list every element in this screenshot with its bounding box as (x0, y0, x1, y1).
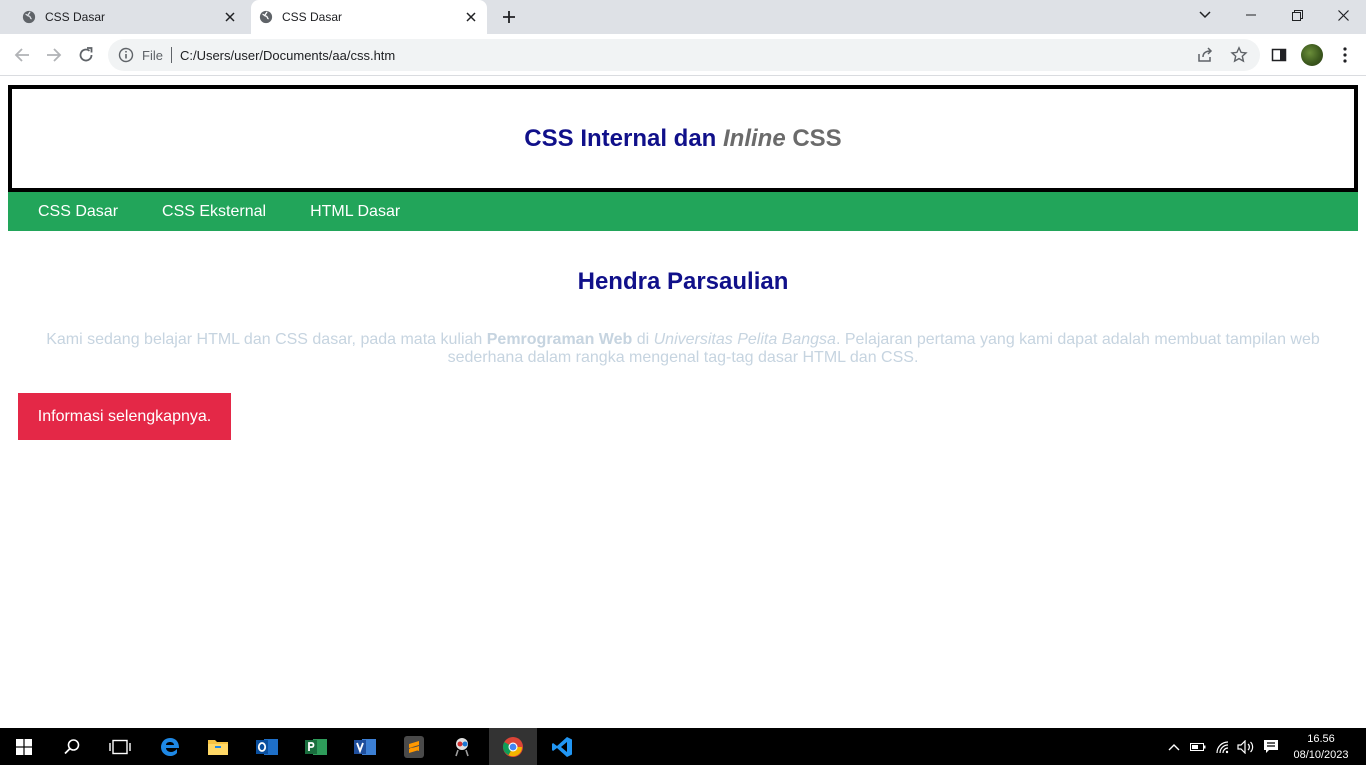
nav-link-css-dasar[interactable]: CSS Dasar (8, 203, 140, 221)
menu-kebab-icon[interactable] (1333, 43, 1357, 67)
share-icon[interactable] (1196, 46, 1214, 64)
restore-button[interactable] (1274, 0, 1320, 30)
task-view-icon[interactable] (96, 728, 144, 765)
url-text[interactable]: C:/Users/user/Documents/aa/css.htm (180, 48, 395, 63)
close-tab-icon[interactable] (463, 9, 479, 25)
sublime-text-icon[interactable] (390, 728, 438, 765)
close-window-button[interactable] (1320, 0, 1366, 30)
paragraph-italic: Universitas Pelita Bangsa (653, 331, 836, 348)
visio-icon[interactable] (341, 728, 389, 765)
page-title: CSS Internal dan Inline CSS (524, 125, 841, 153)
show-hidden-icons-icon[interactable] (1164, 728, 1184, 765)
clock-time: 16.56 (1307, 733, 1335, 745)
nav-link-html-dasar[interactable]: HTML Dasar (288, 203, 422, 221)
web-page: CSS Internal dan Inline CSS CSS Dasar CS… (0, 77, 1366, 728)
address-bar[interactable]: File C:/Users/user/Documents/aa/css.htm (108, 39, 1260, 71)
file-explorer-icon[interactable] (194, 728, 242, 765)
info-icon[interactable] (118, 47, 134, 63)
close-tab-icon[interactable] (222, 9, 238, 25)
paragraph-text: di (632, 331, 654, 348)
snipping-tool-icon[interactable] (439, 728, 487, 765)
project-icon[interactable] (292, 728, 340, 765)
minimize-button[interactable] (1228, 0, 1274, 30)
notification-icon[interactable] (1259, 728, 1283, 765)
profile-avatar[interactable] (1301, 44, 1323, 66)
globe-icon (22, 10, 36, 24)
address-actions (1196, 46, 1248, 64)
wifi-icon[interactable] (1212, 728, 1234, 765)
edge-browser-icon[interactable] (146, 728, 194, 765)
volume-icon[interactable] (1235, 728, 1257, 765)
battery-icon[interactable] (1187, 728, 1209, 765)
nav-link-css-eksternal[interactable]: CSS Eksternal (140, 203, 288, 221)
scheme-label: File (142, 47, 163, 63)
globe-icon (259, 10, 273, 24)
taskbar-clock[interactable]: 16.56 08/10/2023 (1290, 731, 1352, 763)
title-suffix-text: CSS (785, 124, 842, 152)
tab-title: CSS Dasar (282, 10, 343, 24)
page-header: CSS Internal dan Inline CSS (8, 85, 1358, 192)
content-heading: Hendra Parsaulian (577, 268, 789, 295)
bookmark-star-icon[interactable] (1230, 46, 1248, 64)
browser-tab-active[interactable]: CSS Dasar (251, 0, 487, 34)
paragraph-text: Kami sedang belajar HTML dan CSS dasar, … (46, 331, 487, 348)
tab-strip: CSS Dasar CSS Dasar (0, 0, 1366, 34)
divider (170, 47, 172, 63)
outlook-icon[interactable] (243, 728, 291, 765)
clock-date: 08/10/2023 (1293, 749, 1349, 761)
paragraph-bold: Pemrograman Web (486, 331, 633, 348)
reload-button[interactable] (74, 43, 98, 67)
tab-search-button[interactable] (1182, 0, 1228, 30)
more-info-button[interactable]: Informasi selengkapnya. (18, 393, 231, 440)
forward-button[interactable] (42, 43, 66, 67)
title-italic-text: Inline (723, 124, 786, 152)
browser-tab[interactable]: CSS Dasar (14, 0, 246, 34)
intro-paragraph: Kami sedang belajar HTML dan CSS dasar, … (30, 331, 1336, 367)
side-panel-icon[interactable] (1267, 43, 1291, 67)
tab-title: CSS Dasar (45, 10, 106, 24)
chrome-icon[interactable] (489, 728, 537, 765)
search-icon[interactable] (48, 728, 96, 765)
taskbar: 16.56 08/10/2023 (0, 728, 1366, 765)
new-tab-button[interactable] (498, 7, 520, 27)
title-text: CSS Internal dan (524, 124, 723, 152)
browser-toolbar: File C:/Users/user/Documents/aa/css.htm (0, 34, 1366, 76)
windows-start-icon[interactable] (0, 728, 48, 765)
vscode-icon[interactable] (538, 728, 586, 765)
nav-bar: CSS Dasar CSS Eksternal HTML Dasar (8, 192, 1358, 231)
back-button[interactable] (10, 43, 34, 67)
